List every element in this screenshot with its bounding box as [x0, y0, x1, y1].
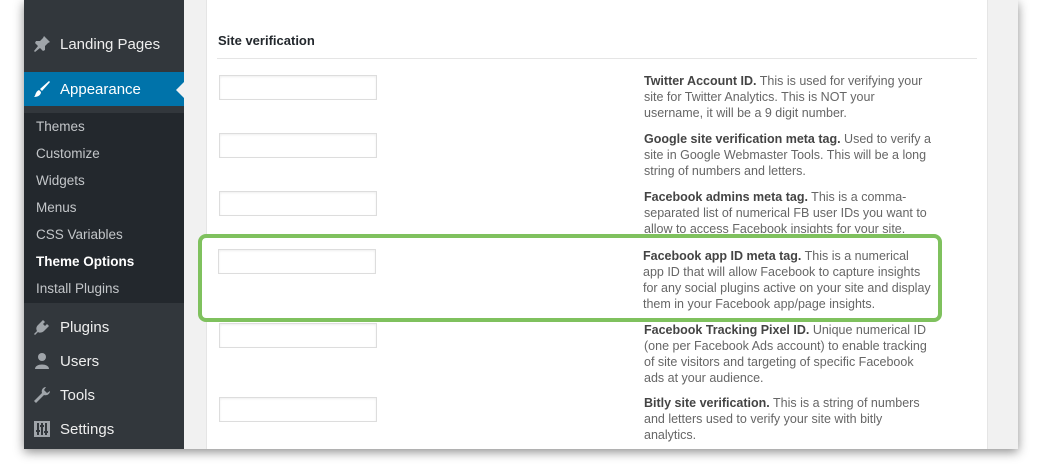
user-icon: [24, 352, 60, 370]
field-name: Google site verification meta tag.: [644, 132, 841, 146]
admin-frame: Landing Pages Appearance Themes Customiz…: [24, 0, 1018, 449]
menu-tools[interactable]: Tools: [24, 378, 184, 412]
menu-users-label: Users: [60, 352, 100, 370]
section-title: Site verification: [218, 33, 315, 48]
submenu-css-variables[interactable]: CSS Variables: [36, 227, 123, 242]
twitter-account-id-input[interactable]: [219, 75, 377, 100]
facebook-app-id-description: Facebook app ID meta tag. This is a nume…: [643, 248, 933, 314]
paintbrush-icon: [24, 80, 60, 98]
facebook-pixel-id-description: Facebook Tracking Pixel ID. Unique numer…: [644, 322, 934, 388]
plug-icon: [24, 318, 60, 336]
menu-users[interactable]: Users: [24, 344, 184, 378]
menu-settings-label: Settings: [60, 420, 115, 438]
menu-appearance-label: Appearance: [60, 80, 141, 98]
pushpin-icon: [24, 35, 60, 53]
menu-plugins[interactable]: Plugins: [24, 310, 184, 344]
submenu-install-plugins[interactable]: Install Plugins: [36, 281, 119, 296]
current-menu-arrow: [176, 82, 184, 98]
field-name: Bitly site verification.: [644, 396, 770, 410]
twitter-account-id-description: Twitter Account ID. This is used for ver…: [644, 73, 934, 123]
highlight-callout: Facebook app ID meta tag. This is a nume…: [198, 234, 942, 322]
submenu-menus[interactable]: Menus: [36, 200, 77, 215]
field-name: Facebook Tracking Pixel ID.: [644, 323, 810, 337]
facebook-admins-description: Facebook admins meta tag. This is a comm…: [644, 189, 934, 233]
submenu-theme-options[interactable]: Theme Options: [36, 254, 134, 269]
facebook-app-id-input[interactable]: [218, 249, 376, 274]
settings-panel: Site verification Twitter Account ID. Th…: [206, 0, 988, 449]
admin-sidebar: Landing Pages Appearance Themes Customiz…: [24, 0, 184, 449]
menu-plugins-label: Plugins: [60, 318, 110, 336]
menu-tools-label: Tools: [60, 386, 96, 404]
submenu-customize[interactable]: Customize: [36, 146, 100, 161]
menu-settings[interactable]: Settings: [24, 412, 184, 446]
field-name: Facebook app ID meta tag.: [643, 249, 802, 263]
submenu-widgets[interactable]: Widgets: [36, 173, 85, 188]
facebook-pixel-id-input[interactable]: [219, 323, 377, 348]
bitly-verification-description: Bitly site verification. This is a strin…: [644, 395, 934, 445]
section-divider: [217, 58, 977, 59]
menu-appearance[interactable]: Appearance: [24, 72, 184, 106]
menu-landing-pages-label: Landing Pages: [60, 35, 161, 53]
google-verification-description: Google site verification meta tag. Used …: [644, 131, 934, 181]
menu-landing-pages[interactable]: Landing Pages: [24, 27, 184, 61]
facebook-admins-input[interactable]: [219, 191, 377, 216]
bitly-verification-input[interactable]: [219, 397, 377, 422]
google-verification-input[interactable]: [219, 133, 377, 158]
wrench-icon: [24, 386, 60, 404]
field-name: Facebook admins meta tag.: [644, 190, 808, 204]
sliders-icon: [24, 421, 60, 437]
appearance-submenu: Themes Customize Widgets Menus CSS Varia…: [24, 113, 184, 303]
submenu-themes[interactable]: Themes: [36, 119, 85, 134]
field-name: Twitter Account ID.: [644, 74, 757, 88]
